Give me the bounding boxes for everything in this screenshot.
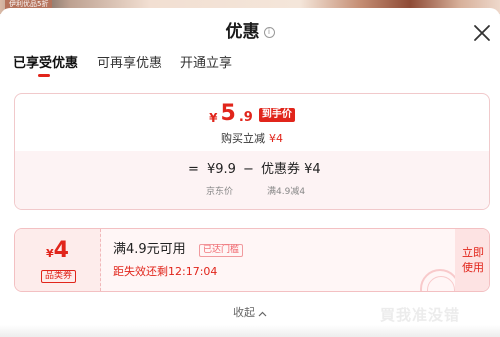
coupon-countdown: 距失效还剩12:17:04 xyxy=(113,265,218,278)
coupon-amount: ¥4 xyxy=(15,239,100,266)
final-price-currency: ¥ xyxy=(209,111,218,125)
final-price: ¥ 5 .9 到手价 xyxy=(15,103,489,125)
bottom-edge xyxy=(0,325,500,337)
tab-more-discounts[interactable]: 可再享优惠 xyxy=(97,56,162,72)
instant-discount-row: 购买立减 ¥4 xyxy=(15,132,489,145)
close-icon xyxy=(474,25,490,41)
use-now-label-line2: 使用 xyxy=(462,261,484,274)
coupon-value-panel: ¥4 品类券 xyxy=(15,229,101,291)
coupon-currency: ¥ xyxy=(46,247,54,260)
final-price-tag: 到手价 xyxy=(258,108,295,122)
coupon-rule-caption: 满4.9减4 xyxy=(267,187,306,197)
sheet-title: 优惠 i xyxy=(0,22,500,42)
formula-coupon: 优惠券 ¥4 xyxy=(261,162,321,177)
close-button[interactable] xyxy=(471,22,493,44)
jd-price-caption: 京东价 xyxy=(206,187,234,197)
formula-equals: = xyxy=(188,162,199,177)
watermark: 買我准没错 xyxy=(380,306,461,324)
coupon-condition: 满4.9元可用 xyxy=(113,242,186,257)
screen: 伊利优品5折 优惠 i 已享受优惠 可再享优惠 开通立享 ¥ 5 .9 到手价 … xyxy=(0,0,500,337)
tab-enjoyed-discounts[interactable]: 已享受优惠 xyxy=(13,56,78,72)
chevron-up-icon xyxy=(258,307,267,320)
tab-open-membership[interactable]: 开通立享 xyxy=(180,56,232,72)
coupon-details: 满4.9元可用 已达门槛 距失效还剩12:17:04 xyxy=(113,229,443,291)
collapse-label: 收起 xyxy=(233,306,255,319)
coupon-type-badge: 品类券 xyxy=(41,270,77,283)
active-tab-indicator xyxy=(38,74,50,77)
info-circle-icon[interactable]: i xyxy=(263,26,275,38)
tab-bar: 已享受优惠 可再享优惠 开通立享 xyxy=(0,56,500,86)
discount-sheet: 优惠 i 已享受优惠 可再享优惠 开通立享 ¥ 5 .9 到手价 购买立减 ¥4… xyxy=(0,8,500,337)
use-now-label-line1: 立即 xyxy=(462,246,484,259)
final-price-decimal: .9 xyxy=(238,110,253,125)
threshold-reached-badge: 已达门槛 xyxy=(199,244,244,257)
sheet-header: 优惠 i xyxy=(0,8,500,52)
instant-discount-label: 购买立减 xyxy=(221,132,265,145)
coupon-card[interactable]: ¥4 品类券 满4.9元可用 已达门槛 距失效还剩12:17:04 立即 使用 xyxy=(14,228,490,292)
final-price-section: ¥ 5 .9 到手价 购买立减 ¥4 xyxy=(15,94,489,150)
sheet-title-text: 优惠 xyxy=(225,22,260,42)
instant-discount-amount: ¥4 xyxy=(269,132,283,145)
price-formula-section: = ¥9.9 − 优惠券 ¥4 京东价 满4.9减4 xyxy=(15,151,489,209)
formula-jd-price: ¥9.9 xyxy=(207,162,236,177)
final-price-integer: 5 xyxy=(220,101,236,126)
coupon-amount-value: 4 xyxy=(53,238,69,263)
formula-minus: − xyxy=(243,162,254,177)
price-breakdown-card: ¥ 5 .9 到手价 购买立减 ¥4 = ¥9.9 − 优惠券 ¥4 京东价 满4… xyxy=(14,93,490,210)
use-now-button[interactable]: 立即 使用 xyxy=(455,229,489,291)
